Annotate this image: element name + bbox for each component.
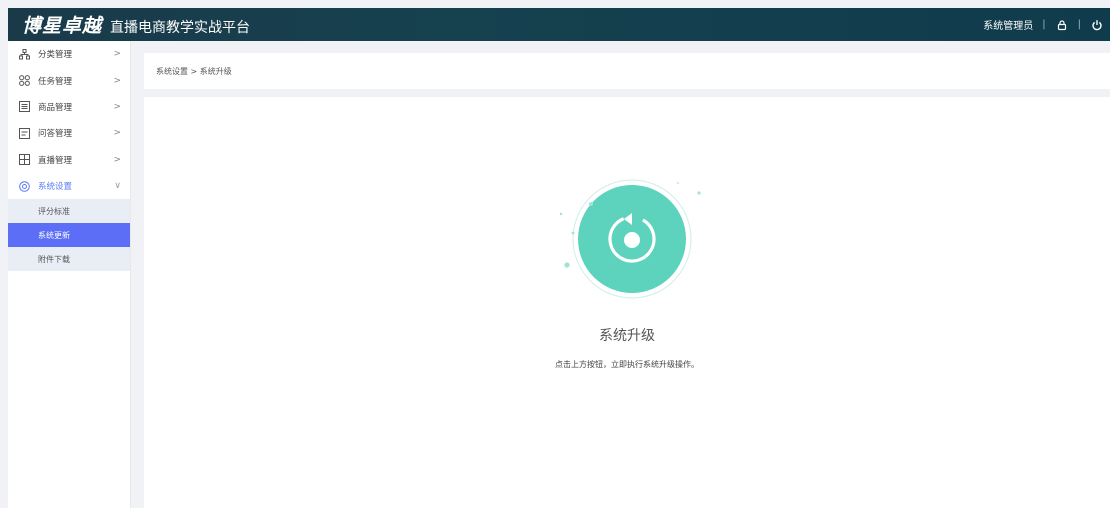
sidebar-item-label: 分类管理: [38, 50, 73, 61]
power-icon[interactable]: [1090, 18, 1104, 32]
sidebar-item-settings[interactable]: 系统设置 ∨: [8, 173, 130, 199]
header-actions: 系统管理员 | |: [983, 17, 1104, 32]
live-icon: [19, 154, 30, 166]
brand: 博星卓越 直播电商教学实战平台: [22, 11, 250, 38]
submenu-item-scoring[interactable]: 评分标准: [8, 199, 130, 223]
sidebar-item-label: 任务管理: [38, 76, 73, 87]
qa-icon: [19, 127, 30, 139]
settings-submenu: 评分标准 系统更新 附件下载: [8, 199, 130, 272]
brand-logo: 博星卓越: [22, 15, 103, 37]
chevron-right-icon: >: [113, 49, 121, 60]
sidebar-item-qa[interactable]: 问答管理 >: [8, 120, 130, 146]
top-header: 博星卓越 直播电商教学实战平台 系统管理员 | |: [8, 8, 1110, 41]
chevron-right-icon: >: [113, 128, 121, 139]
upgrade-description: 点击上方按钮，立即执行系统升级操作。: [555, 360, 699, 369]
product-icon: [19, 101, 30, 113]
lock-icon[interactable]: [1055, 18, 1069, 32]
brand-subtitle: 直播电商教学实战平台: [110, 20, 251, 36]
sidebar-item-label: 直播管理: [38, 155, 73, 166]
content-panel: 系统升级 点击上方按钮，立即执行系统升级操作。: [144, 97, 1110, 508]
sidebar: 分类管理 > 任务管理 > 商品管理 > 问答管理 > 直播管理 > 系统设置 …: [8, 41, 131, 508]
submenu-item-download[interactable]: 附件下载: [8, 247, 130, 271]
chevron-down-icon: ∨: [114, 181, 121, 192]
chevron-right-icon: >: [113, 101, 121, 112]
sidebar-item-label: 商品管理: [38, 102, 73, 113]
sidebar-item-category[interactable]: 分类管理 >: [8, 41, 130, 67]
upgrade-graphic: [544, 169, 724, 309]
breadcrumb: 系统设置 > 系统升级: [144, 53, 1110, 89]
chevron-right-icon: >: [113, 154, 121, 165]
sidebar-item-task[interactable]: 任务管理 >: [8, 67, 130, 93]
submenu-item-update[interactable]: 系统更新: [8, 223, 130, 248]
user-name[interactable]: 系统管理员: [983, 17, 1033, 32]
separator: |: [1042, 19, 1046, 30]
upgrade-title: 系统升级: [599, 328, 655, 344]
sidebar-item-product[interactable]: 商品管理 >: [8, 94, 130, 120]
sidebar-item-label: 系统设置: [38, 182, 73, 193]
sidebar-item-live[interactable]: 直播管理 >: [8, 147, 130, 173]
separator: |: [1077, 19, 1081, 30]
chevron-right-icon: >: [113, 75, 121, 86]
sidebar-item-label: 问答管理: [38, 129, 73, 140]
task-icon: [19, 75, 30, 86]
settings-icon: [19, 180, 30, 192]
category-icon: [19, 48, 30, 60]
main-area: 系统设置 > 系统升级 系统升级 点击上方按钮，立即执行系统升级操作。: [131, 41, 1110, 508]
